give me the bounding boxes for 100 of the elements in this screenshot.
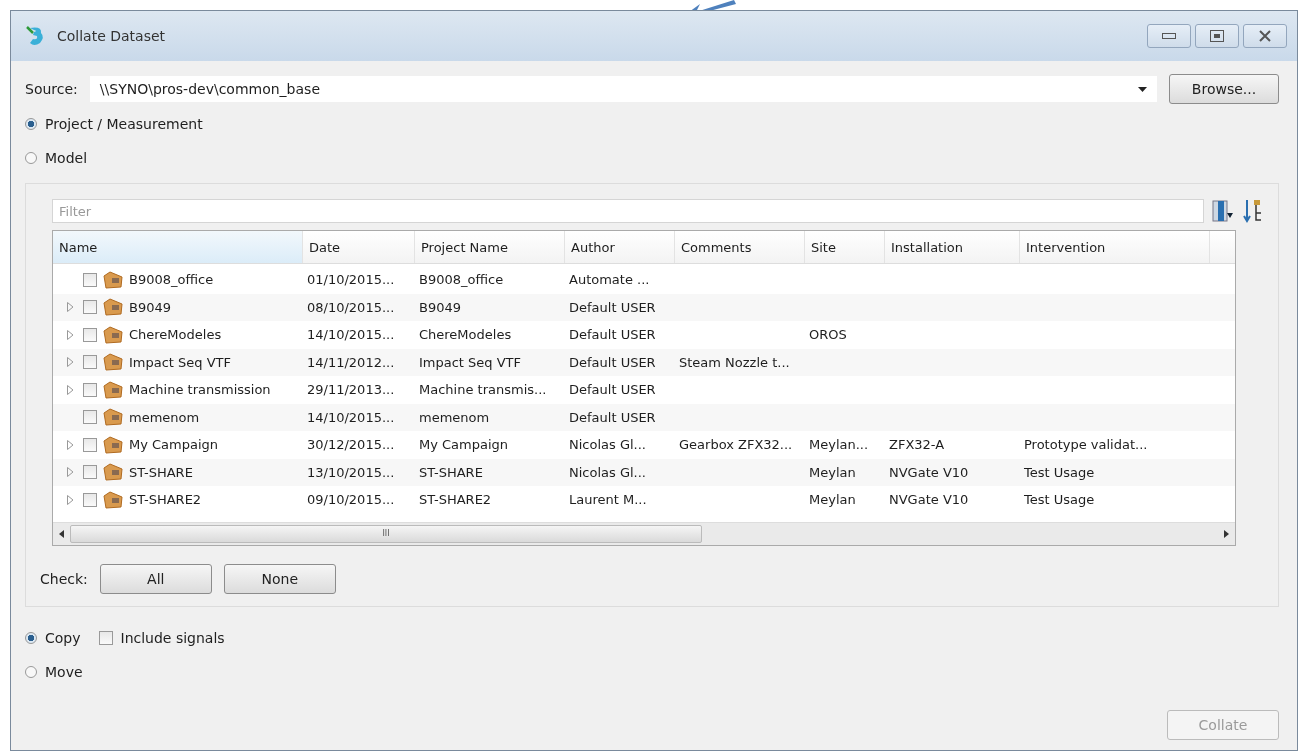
table-cell: ST-SHARE2 — [419, 492, 492, 508]
include-signals-checkbox[interactable] — [98, 630, 113, 645]
table-cell: B9008_office — [129, 272, 214, 288]
column-header[interactable]: Installation — [885, 231, 1020, 263]
folder-icon — [103, 463, 123, 482]
table-cell: 14/11/2012... — [307, 354, 395, 370]
expand-arrow-icon[interactable] — [66, 357, 74, 368]
table-cell: 13/10/2015... — [307, 464, 395, 480]
table-cell: memenom — [129, 409, 200, 425]
row-checkbox[interactable] — [83, 465, 97, 480]
minimize-button[interactable] — [1147, 24, 1191, 48]
table-cell: 14/10/2015... — [307, 409, 395, 425]
table-cell: OROS — [809, 327, 847, 343]
table-cell: My Campaign — [129, 437, 219, 453]
row-checkbox[interactable] — [83, 382, 97, 397]
table-cell: Impact Seq VTF — [129, 354, 232, 370]
radio-button[interactable] — [25, 631, 37, 644]
table-cell: Impact Seq VTF — [419, 354, 522, 370]
folder-icon — [103, 325, 123, 344]
folder-icon — [103, 353, 123, 372]
column-header[interactable]: Author — [565, 231, 675, 263]
table-cell: Machine transmission — [129, 382, 271, 398]
expand-arrow-icon[interactable] — [66, 439, 74, 450]
horizontal-scrollbar[interactable]: III — [53, 521, 1235, 545]
table-cell: Nicolas Gl... — [569, 464, 646, 480]
row-checkbox[interactable] — [83, 272, 97, 287]
table-cell: Automate ... — [569, 272, 650, 288]
browse-button[interactable]: Browse... — [1169, 74, 1279, 104]
row-checkbox[interactable] — [83, 437, 97, 452]
table-cell: Meylan — [809, 492, 856, 508]
column-header[interactable]: Name — [53, 231, 303, 263]
check-button[interactable]: All — [99, 563, 212, 594]
row-checkbox[interactable] — [83, 492, 97, 507]
table-cell: ST-SHARE2 — [129, 492, 202, 508]
table-cell: B9049 — [419, 299, 461, 315]
row-checkbox[interactable] — [83, 355, 97, 370]
table-cell: Meylan... — [809, 437, 869, 453]
sort-tree-icon[interactable] — [1242, 198, 1264, 224]
column-header[interactable]: Intervention — [1020, 231, 1210, 263]
column-header[interactable]: Date — [303, 231, 415, 263]
row-checkbox[interactable] — [83, 327, 97, 342]
scroll-right-icon[interactable] — [1224, 529, 1229, 538]
table-cell: Machine transmis... — [419, 382, 547, 398]
table-cell: ST-SHARE — [129, 464, 193, 480]
table-cell: ChereModeles — [129, 327, 222, 343]
minimize-icon — [1162, 33, 1176, 39]
table-cell: memenom — [419, 409, 490, 425]
folder-icon — [103, 408, 123, 427]
table-cell: B9008_office — [419, 272, 504, 288]
table-cell: Meylan — [809, 464, 856, 480]
folder-icon — [103, 490, 123, 509]
source-dropdown[interactable]: \\SYNO\pros-dev\common_base — [89, 76, 1157, 102]
checkbox-label: Include signals — [120, 629, 225, 646]
folder-icon — [103, 270, 123, 289]
radio-button[interactable] — [25, 665, 37, 678]
columns-icon[interactable] — [1212, 199, 1234, 223]
window-title: Collate Dataset — [57, 28, 166, 44]
table-cell: Default USER — [569, 382, 656, 398]
expand-arrow-icon[interactable] — [66, 467, 74, 478]
table-cell: Default USER — [569, 409, 656, 425]
close-icon — [1259, 30, 1271, 42]
radio-label: Move — [45, 663, 83, 680]
scrollbar-thumb[interactable]: III — [70, 524, 702, 543]
table-cell: NVGate V10 — [889, 464, 969, 480]
restore-icon — [1210, 30, 1224, 42]
scroll-left-icon[interactable] — [59, 529, 64, 538]
table-cell: Default USER — [569, 299, 656, 315]
column-header[interactable]: Project Name — [415, 231, 565, 263]
restore-button[interactable] — [1195, 24, 1239, 48]
table-cell: Test Usage — [1024, 464, 1095, 480]
table-cell: NVGate V10 — [889, 492, 969, 508]
row-checkbox[interactable] — [83, 300, 97, 315]
table-cell: Default USER — [569, 354, 656, 370]
table-cell: 29/11/2013... — [307, 382, 395, 398]
expand-arrow-icon[interactable] — [66, 302, 74, 313]
table-cell: ST-SHARE — [419, 464, 483, 480]
radio-label: Copy — [45, 629, 81, 646]
table-cell: ChereModeles — [419, 327, 512, 343]
column-header[interactable]: Comments — [675, 231, 805, 263]
column-header[interactable]: Site — [805, 231, 885, 263]
table-cell: ZFX32-A — [889, 437, 945, 453]
table-cell: Default USER — [569, 327, 656, 343]
radio-button[interactable] — [25, 152, 37, 164]
folder-icon — [103, 380, 123, 399]
table-cell: Nicolas Gl... — [569, 437, 646, 453]
table-cell: Test Usage — [1024, 492, 1095, 508]
radio-button[interactable] — [25, 118, 37, 130]
check-label: Check: — [40, 570, 88, 587]
filter-field[interactable]: Filter — [52, 199, 1204, 223]
close-button[interactable] — [1243, 24, 1287, 48]
row-checkbox[interactable] — [83, 410, 97, 425]
radio-label: Model — [45, 150, 88, 166]
table-cell: Gearbox ZFX32... — [679, 437, 793, 453]
table-cell: 08/10/2015... — [307, 299, 395, 315]
source-label: Source: — [25, 81, 78, 97]
expand-arrow-icon[interactable] — [66, 384, 74, 395]
check-button[interactable]: None — [223, 563, 336, 594]
table-cell: Laurent M... — [569, 492, 647, 508]
expand-arrow-icon[interactable] — [66, 329, 74, 340]
expand-arrow-icon[interactable] — [66, 494, 74, 505]
